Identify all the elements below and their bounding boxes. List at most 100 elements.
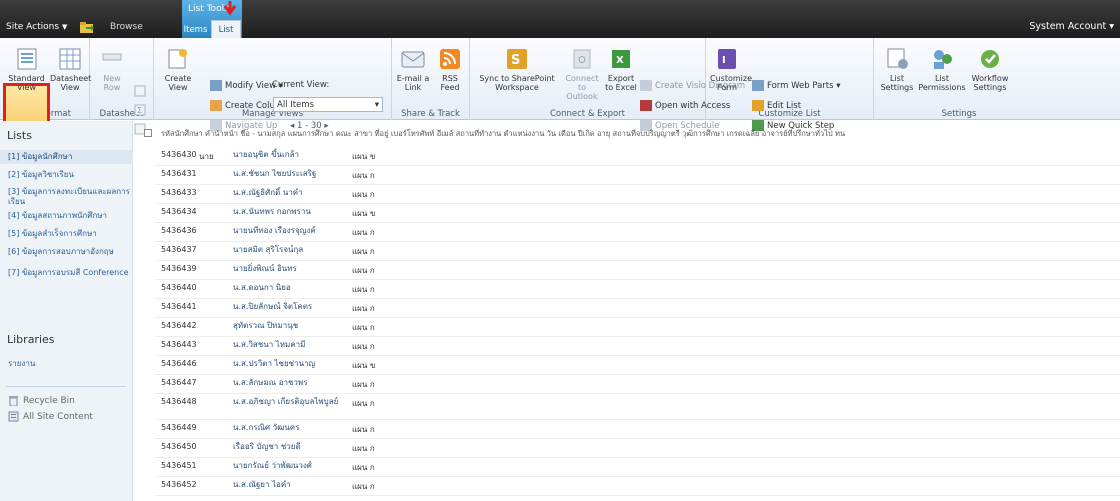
- cell-study-plan: แผน ก: [352, 266, 375, 275]
- sync-sharepoint-button[interactable]: S Sync to SharePoint Workspace: [474, 46, 560, 92]
- cell-study-plan: แผน ก: [352, 304, 375, 313]
- row-divider: [155, 203, 1120, 204]
- cell-name[interactable]: นายกรัณย์ ว่าพัฒนวงศ์: [233, 461, 343, 471]
- table-row[interactable]: 5436430 นาย นายอนุชิต ขึ้นเกล้า แผน ข: [141, 150, 1120, 169]
- create-view-label: Create View: [164, 74, 192, 92]
- email-link-label: E-mail a Link: [396, 74, 430, 92]
- cell-name[interactable]: นายอนุชิต ขึ้นเกล้า: [233, 150, 343, 160]
- tab-items[interactable]: Items: [182, 22, 209, 38]
- datasheet-view-icon: [59, 48, 81, 70]
- row-divider: [155, 476, 1120, 477]
- cell-name[interactable]: น.ส.วิสชนา ไหมคามี: [233, 340, 343, 350]
- list-nav-item[interactable]: [6] ข้อมูลการสอบภาษาอังกฤษ: [0, 245, 133, 267]
- cell-name[interactable]: นายยิ่งพิณน์ อินทร: [233, 264, 343, 274]
- table-row[interactable]: 5436452 น.ส.ณัฐยา ไอคำ แผน ก: [141, 480, 1120, 499]
- list-nav-item[interactable]: [7] ข้อมูลการอบรมสี Conference: [0, 266, 133, 288]
- list-permissions-button[interactable]: List Permissions: [918, 46, 966, 92]
- connect-outlook-button[interactable]: O Connect to Outlook: [562, 46, 602, 101]
- table-row[interactable]: 5436434 น.ส.นันทพร กอกพราน แผน ข: [141, 207, 1120, 226]
- table-row[interactable]: 5436433 น.ส.ณัฐธิศักดิ์ นาคำ แผน ก: [141, 188, 1120, 207]
- table-row[interactable]: 5436436 นายนทีทอง เรืองรจุญงค์ แผน ก: [141, 226, 1120, 245]
- cell-name[interactable]: น.ส.ลักษมณ อาชวพร: [233, 378, 343, 388]
- email-icon: [401, 51, 425, 68]
- select-all-checkbox[interactable]: [144, 129, 152, 137]
- table-row[interactable]: 5436440 น.ส.ดอนกา นิยอ แผน ก: [141, 283, 1120, 302]
- cell-name[interactable]: น.ส.อภิชญา เกียรติอุบลไพบูลย์: [233, 397, 343, 407]
- list-settings-icon: [887, 48, 908, 69]
- table-row[interactable]: 5436450 เรืออริ บัญชา ช่วยดี แผน ก: [141, 442, 1120, 461]
- export-excel-button[interactable]: X Export to Excel: [604, 46, 638, 92]
- table-row[interactable]: 5436449 น.ส.กรณิศ วัฒนคร แผน ก: [141, 423, 1120, 442]
- cell-student-id: 5436439: [161, 264, 197, 273]
- rss-feed-button[interactable]: RSS Feed: [434, 46, 466, 92]
- cell-study-plan: แผน ก: [352, 482, 375, 491]
- cell-name[interactable]: น.ส.ปรวิตา ไชยช่านาญ: [233, 359, 343, 369]
- site-actions-label: Site Actions: [6, 22, 60, 32]
- standard-view-icon: [17, 48, 36, 70]
- form-web-parts-button[interactable]: Form Web Parts ▾: [752, 80, 841, 91]
- cell-name[interactable]: สุทัตรวณ ปิทมานุช: [233, 321, 343, 331]
- email-link-button[interactable]: E-mail a Link: [396, 46, 430, 92]
- navigate-folder-icon[interactable]: [80, 22, 94, 33]
- current-view-label: Current View:: [272, 80, 330, 90]
- table-row[interactable]: 5436439 นายยิ่งพิณน์ อินทร แผน ก: [141, 264, 1120, 283]
- table-row[interactable]: 5436447 น.ส.ลักษมณ อาชวพร แผน ก: [141, 378, 1120, 397]
- table-row[interactable]: 5436437 นายสมิต สุริโรจน์กุล แผน ก: [141, 245, 1120, 264]
- list-nav-item[interactable]: [2] ข้อมูลวิชาเรียน: [0, 168, 133, 182]
- table-row[interactable]: 5436431 น.ส.ชัชนก ไชยประเสริฐ แผน ก: [141, 169, 1120, 188]
- row-divider: [155, 336, 1120, 337]
- list-nav-item[interactable]: [1] ข้อมูลนักศึกษา: [0, 150, 133, 164]
- create-view-button[interactable]: Create View: [162, 46, 194, 92]
- cell-name[interactable]: นายสมิต สุริโรจน์กุล: [233, 245, 343, 255]
- cell-name[interactable]: น.ส.นันทพร กอกพราน: [233, 207, 343, 217]
- tab-list[interactable]: List: [211, 20, 241, 38]
- cell-name[interactable]: น.ส.กรณิศ วัฒนคร: [233, 423, 343, 433]
- workflow-settings-button[interactable]: Workflow Settings: [968, 46, 1012, 92]
- cell-study-plan: แผน ก: [352, 399, 375, 408]
- current-view-value: All Items: [277, 99, 315, 110]
- cell-name[interactable]: น.ส.ณัฐยา ไอคำ: [233, 480, 343, 490]
- cell-name[interactable]: น.ส.ชัชนก ไชยประเสริฐ: [233, 169, 343, 179]
- customize-form-button[interactable]: I Customize Form: [710, 46, 752, 92]
- list-nav-item[interactable]: [4] ข้อมูลสถานภาพนักศึกษา: [0, 209, 133, 223]
- column-headers[interactable]: รหัสนักศึกษา คำนำหน้า ชื่อ - นามสกุล แผน…: [161, 128, 845, 140]
- rss-feed-label: RSS Feed: [440, 74, 460, 92]
- cell-study-plan: แผน ก: [352, 425, 375, 434]
- current-view-select[interactable]: All Items ▾: [273, 97, 383, 112]
- list-nav-item[interactable]: [5] ข้อมูลสำเร็จการศึกษา: [0, 227, 133, 241]
- cell-student-id: 5436451: [161, 461, 197, 470]
- row-divider: [155, 279, 1120, 280]
- cell-name[interactable]: เรืออริ บัญชา ช่วยดี: [233, 442, 343, 452]
- library-item-reports[interactable]: รายงาน: [8, 357, 35, 370]
- list-settings-label: List Settings: [880, 74, 914, 92]
- row-divider: [155, 393, 1120, 394]
- table-row[interactable]: 5436446 น.ส.ปรวิตา ไชยช่านาญ แผน ข: [141, 359, 1120, 378]
- user-account-menu[interactable]: System Account ▾: [1029, 21, 1114, 32]
- row-divider: [155, 184, 1120, 185]
- cell-student-id: 5436449: [161, 423, 197, 432]
- cell-name[interactable]: น.ส.ปิยลักษณ์ จิตโคตร: [233, 302, 343, 312]
- workflow-settings-label: Workflow Settings: [971, 74, 1009, 92]
- table-row[interactable]: 5436443 น.ส.วิสชนา ไหมคามี แผน ก: [141, 340, 1120, 359]
- all-site-content-link[interactable]: All Site Content: [8, 411, 93, 422]
- libraries-header[interactable]: Libraries: [7, 333, 55, 346]
- datasheet-view-button[interactable]: Datasheet View: [50, 46, 91, 92]
- export-excel-label: Export to Excel: [605, 74, 637, 92]
- table-row[interactable]: 5436442 สุทัตรวณ ปิทมานุช แผน ก: [141, 321, 1120, 340]
- edit-list-button[interactable]: Edit List: [752, 100, 801, 111]
- site-actions-menu[interactable]: Site Actions ▼: [6, 22, 67, 32]
- cell-name[interactable]: นายนทีทอง เรืองรจุญงค์: [233, 226, 343, 236]
- table-row[interactable]: 5436441 น.ส.ปิยลักษณ์ จิตโคตร แผน ก: [141, 302, 1120, 321]
- new-row-button[interactable]: New Row: [98, 46, 126, 92]
- lists-header[interactable]: Lists: [7, 129, 32, 142]
- tab-browse[interactable]: Browse: [110, 22, 143, 32]
- recycle-bin-link[interactable]: Recycle Bin: [8, 395, 75, 406]
- table-row[interactable]: 5436451 นายกรัณย์ ว่าพัฒนวงศ์ แผน ก: [141, 461, 1120, 480]
- svg-text:S: S: [511, 53, 520, 68]
- site-content-icon: [8, 411, 19, 422]
- cell-name[interactable]: น.ส.ณัฐธิศักดิ์ นาคำ: [233, 188, 343, 198]
- row-divider: [155, 165, 1120, 166]
- list-nav-item[interactable]: [3] ข้อมูลการลงทะเบียนและผลการเรียน: [0, 185, 133, 207]
- list-settings-button[interactable]: List Settings: [878, 46, 916, 92]
- cell-name[interactable]: น.ส.ดอนกา นิยอ: [233, 283, 343, 293]
